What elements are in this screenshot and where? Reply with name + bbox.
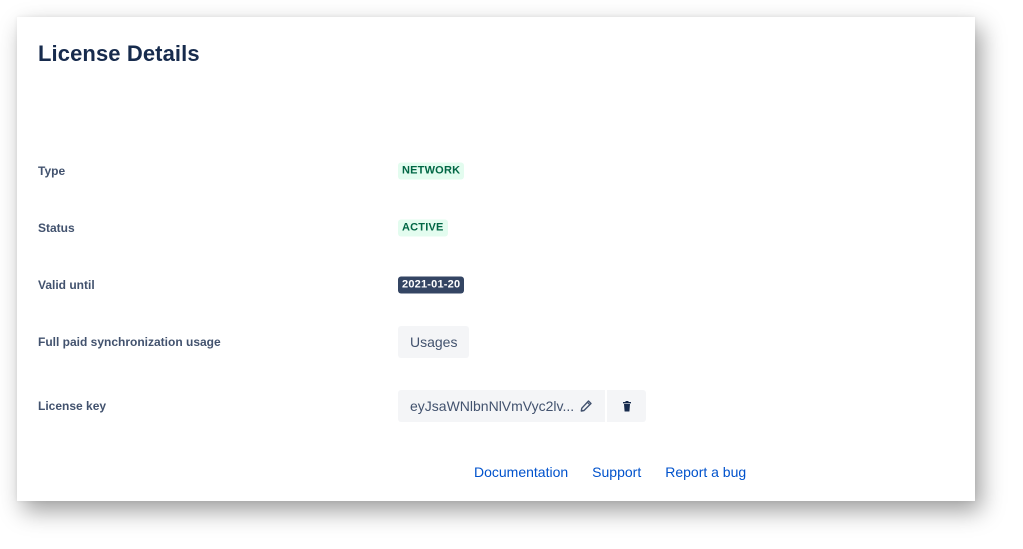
valid-until-label: Valid until [38, 278, 95, 292]
status-row: Status ACTIVE [38, 211, 975, 245]
usage-value-wrap: Usages [398, 326, 470, 358]
license-key-field[interactable]: eyJsaWNlbnNlVmVyc2lv... [398, 390, 605, 422]
license-key-text: eyJsaWNlbnNlVmVyc2lv... [410, 398, 573, 414]
license-details-card: License Details Type NETWORK Status ACTI… [17, 17, 975, 501]
type-value-wrap: NETWORK [398, 162, 465, 180]
usage-label: Full paid synchronization usage [38, 335, 221, 349]
valid-until-row: Valid until 2021-01-20 [38, 268, 975, 302]
report-bug-link[interactable]: Report a bug [665, 464, 746, 480]
delete-license-button[interactable] [607, 390, 646, 422]
usages-button[interactable]: Usages [398, 326, 470, 358]
page-title: License Details [38, 41, 200, 66]
valid-until-value-wrap: 2021-01-20 [398, 276, 465, 294]
footer-links: Documentation Support Report a bug [474, 464, 746, 480]
pencil-icon[interactable] [579, 399, 593, 413]
trash-icon [622, 400, 632, 412]
license-key-label: License key [38, 399, 107, 413]
type-row: Type NETWORK [38, 154, 975, 188]
valid-until-lozenge: 2021-01-20 [398, 276, 465, 294]
type-lozenge: NETWORK [398, 162, 465, 180]
status-lozenge: ACTIVE [398, 219, 448, 237]
status-value-wrap: ACTIVE [398, 219, 448, 237]
documentation-link[interactable]: Documentation [474, 464, 568, 480]
usage-row: Full paid synchronization usage Usages [38, 325, 975, 359]
license-key-row: License key eyJsaWNlbnNlVmVyc2lv... [38, 389, 975, 423]
license-key-group: eyJsaWNlbnNlVmVyc2lv... [398, 390, 646, 422]
support-link[interactable]: Support [592, 464, 641, 480]
status-label: Status [38, 221, 75, 235]
type-label: Type [38, 164, 66, 178]
